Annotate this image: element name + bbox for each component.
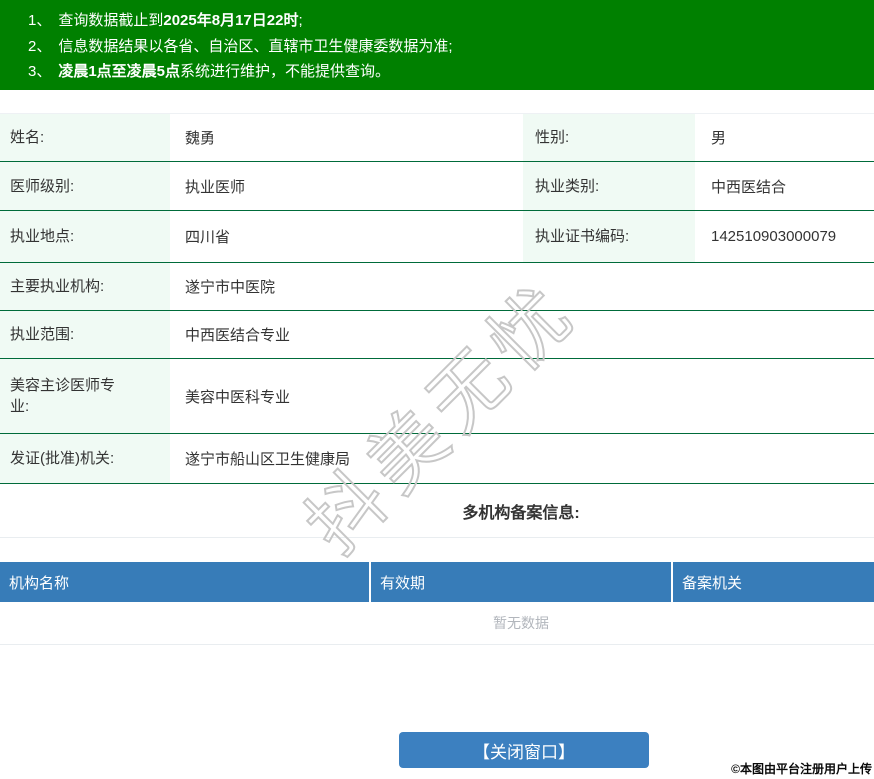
info-label: 姓名: [0, 114, 170, 161]
info-value: 中西医结合专业 [185, 327, 291, 344]
info-value: 男 [711, 130, 727, 147]
records-header-cell: 备案机关 [673, 562, 874, 602]
info-value: 执业医师 [185, 178, 246, 196]
info-label: 医师级别: [0, 162, 170, 210]
info-row: 美容主诊医师专业: 美容中医科专业 [0, 359, 874, 434]
notice-line: 3、 凌晨1点至凌晨5点系统进行维护，不能提供查询。 [28, 59, 864, 85]
close-window-button[interactable]: 【关闭窗口】 [399, 732, 649, 768]
records-header-cell: 有效期 [371, 562, 673, 602]
section-title: 多机构备案信息: [0, 484, 874, 538]
info-value: 中西医结合 [711, 178, 787, 196]
notice-line: 2、 信息数据结果以各省、自治区、直辖市卫生健康委数据为准; [28, 34, 864, 60]
notice-line: 1、 查询数据截止到2025年8月17日22时; [28, 8, 864, 34]
info-label: 执业类别: [523, 162, 695, 210]
info-value: 魏勇 [185, 130, 216, 147]
info-row: 执业范围: 中西医结合专业 [0, 311, 874, 359]
info-label: 执业地点: [0, 211, 170, 262]
notice-text: 信息数据结果以各省、自治区、直辖市卫生健康委数据为准; [58, 37, 453, 55]
records-table-header: 机构名称 有效期 备案机关 [0, 562, 874, 602]
info-row: 医师级别: 执业医师 执业类别: 中西医结合 [0, 162, 874, 211]
info-row: 姓名: 魏勇 性别: 男 [0, 114, 874, 162]
info-value: 遂宁市中医院 [185, 279, 276, 296]
info-value: 美容中医科专业 [185, 388, 291, 406]
records-header-cell: 机构名称 [0, 562, 371, 602]
info-value: 142510903000079 [711, 228, 837, 245]
notice-text: 2025年8月17日22时 [163, 12, 299, 29]
notice-text: ; [298, 12, 303, 29]
notice-number: 1、 [28, 12, 52, 29]
info-row: 发证(批准)机关: 遂宁市船山区卫生健康局 [0, 434, 874, 484]
notice-list: 1、 查询数据截止到2025年8月17日22时; 2、 信息数据结果以各省、自治区、直… [28, 8, 864, 85]
info-value: 遂宁市船山区卫生健康局 [185, 451, 351, 468]
notice-banner: 1、 查询数据截止到2025年8月17日22时; 2、 信息数据结果以各省、自治区、直… [0, 0, 874, 90]
notice-text: 系统进行维护，不能提供查询。 [180, 63, 391, 80]
info-label: 执业范围: [0, 311, 170, 358]
notice-number: 2、 [28, 37, 52, 55]
notice-number: 3、 [28, 63, 52, 80]
info-label: 发证(批准)机关: [0, 434, 170, 483]
info-table: 姓名: 魏勇 性别: 男医师级别: 执业医师 执业类别: 中西医结合执业地点: 四川省 执业证书… [0, 113, 874, 484]
info-label: 执业证书编码: [523, 211, 695, 262]
info-label: 性别: [523, 114, 695, 161]
notice-text: 凌晨1点至凌晨5点 [58, 63, 181, 80]
records-table: 机构名称 有效期 备案机关 暂无数据 [0, 562, 874, 645]
info-label: 美容主诊医师专业: [0, 359, 170, 433]
info-label: 主要执业机构: [0, 263, 170, 310]
info-row: 执业地点: 四川省 执业证书编码: 142510903000079 [0, 211, 874, 263]
notice-text: 查询数据截止到 [58, 12, 164, 29]
info-row: 主要执业机构: 遂宁市中医院 [0, 263, 874, 311]
uploader-note: ©本图由平台注册用户上传 [731, 762, 872, 776]
records-empty-state: 暂无数据 [0, 602, 874, 645]
info-value: 四川省 [185, 229, 231, 246]
